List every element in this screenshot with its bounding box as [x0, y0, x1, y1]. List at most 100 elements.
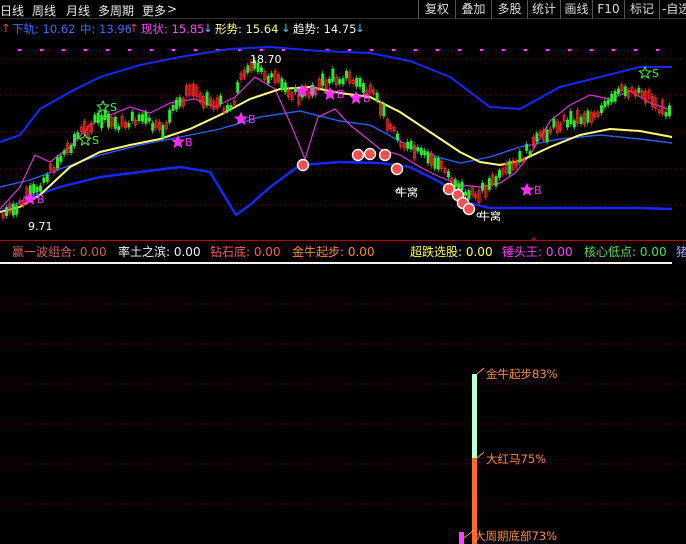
candle-body: [178, 97, 182, 107]
signal-dot: [590, 49, 593, 51]
candle-body: [344, 70, 348, 79]
candle-body: [205, 92, 209, 106]
adjust-button[interactable]: 复权: [418, 0, 455, 19]
candle-body: [446, 171, 450, 178]
candle-body: [62, 150, 66, 155]
candle-body: [283, 82, 287, 93]
candle-body: [528, 151, 532, 156]
f10-button[interactable]: F10: [592, 0, 624, 19]
signal-dot: [62, 49, 65, 51]
add-watchlist-button[interactable]: -自选: [659, 0, 686, 19]
sell-star-icon: [638, 65, 652, 79]
niu-label-2: 牛窝: [479, 209, 501, 223]
cycle-bottom-bar: [459, 532, 464, 544]
candle-body: [127, 123, 131, 128]
kline-chart[interactable]: BBBBBBBSSS 18.70 9.71 牛窝 牛窝 $: [0, 37, 686, 240]
legend-arrow-up-2: ↑: [129, 21, 139, 35]
candle-body: [171, 104, 175, 111]
lower-grid: [0, 303, 686, 505]
candle-body: [569, 111, 573, 125]
candle-body: [236, 82, 240, 93]
candle-body: [453, 179, 457, 188]
signal-dot: [458, 49, 461, 51]
legend-lower-band: 下轨: 10.62: [12, 22, 76, 36]
signal-dot: [524, 49, 527, 51]
draw-line-button[interactable]: 画线: [560, 0, 592, 19]
buy-signal-label: B: [248, 113, 256, 126]
period-monthly[interactable]: 月线: [66, 2, 90, 19]
candle-body: [103, 110, 107, 121]
signal-dot: [128, 49, 131, 51]
multi-stock-button[interactable]: 多股: [491, 0, 527, 19]
buy-signal-label: B: [185, 136, 193, 149]
signal-dot: [106, 49, 109, 51]
sub-legend-item-2: 率土之滨: 0.00: [118, 245, 201, 259]
period-more[interactable]: 更多: [142, 2, 166, 19]
period-daily[interactable]: 日线: [0, 2, 24, 19]
candle-body: [229, 105, 233, 110]
candle-body: [623, 86, 627, 97]
candle-body: [416, 146, 420, 152]
period-toolbar: 日线 周线 月线 多周期 更多 > 复权 叠加 多股 统计 画线 F10 标记 …: [0, 0, 686, 19]
more-chevron-icon[interactable]: >: [167, 2, 177, 16]
signal-dot: [18, 49, 21, 51]
candle-body: [552, 118, 556, 128]
signal-dot: [480, 49, 483, 51]
signal-dot: [348, 49, 351, 51]
statistics-button[interactable]: 统计: [527, 0, 560, 19]
period-multi[interactable]: 多周期: [98, 2, 134, 19]
candle-body: [426, 151, 430, 164]
candle-body: [637, 87, 641, 93]
candle-body: [246, 65, 250, 73]
signal-dot: [392, 49, 395, 51]
signal-dot: [172, 49, 175, 51]
bottom-ball: [462, 202, 476, 216]
legend-pattern: 形势: 15.64: [215, 22, 279, 36]
hongma-label: 大红马75%: [486, 452, 547, 466]
bottom-ball: [296, 158, 310, 172]
sell-signal-label: S: [652, 67, 659, 80]
candle-body: [151, 123, 155, 131]
candle-body: [270, 73, 274, 78]
lower-band-line: [0, 160, 673, 217]
signal-dot: [84, 49, 87, 51]
candle-body: [409, 140, 413, 150]
candle-body: [610, 93, 614, 103]
low-price-label: 9.71: [28, 220, 53, 233]
sell-signal-label: S: [110, 101, 117, 114]
mark-button[interactable]: 标记: [624, 0, 659, 19]
candle-body: [480, 182, 484, 191]
buy-signal-label: B: [37, 193, 45, 206]
candle-body: [508, 160, 512, 175]
bottom-ball: [378, 148, 392, 162]
candle-body: [73, 134, 77, 147]
signal-dot: [260, 49, 263, 51]
overlay-button[interactable]: 叠加: [455, 0, 491, 19]
signal-bar-panel: [0, 303, 686, 544]
jinniu-bar: [472, 374, 477, 458]
candle-body: [96, 112, 100, 124]
candle-body: [603, 100, 607, 108]
signal-dot: [546, 49, 549, 51]
period-weekly[interactable]: 周线: [32, 2, 56, 19]
candle-body: [100, 114, 104, 129]
candle-body: [45, 174, 49, 182]
candle-body: [467, 190, 471, 200]
candle-body: [463, 191, 467, 196]
candle-body: [137, 114, 141, 122]
candle-body: [436, 158, 440, 170]
legend-arrow-down: ↓: [203, 21, 213, 35]
buy-star-icon: [234, 111, 248, 125]
candle-body: [494, 176, 498, 187]
cycle-bottom-label: 大周期底部73%: [474, 529, 558, 543]
legend-arrow-down-3: ↓: [355, 21, 365, 35]
buy-signal-label: B: [337, 88, 345, 101]
legend-status: 现状: 15.85: [141, 22, 205, 36]
candle-body: [613, 91, 617, 102]
legend-mid-band: 中: 13.96: [80, 22, 132, 36]
candle-body: [140, 114, 144, 122]
candle-body: [15, 205, 19, 215]
candle-body: [406, 141, 410, 149]
candle-body: [266, 75, 270, 84]
signal-dot: [612, 49, 615, 51]
